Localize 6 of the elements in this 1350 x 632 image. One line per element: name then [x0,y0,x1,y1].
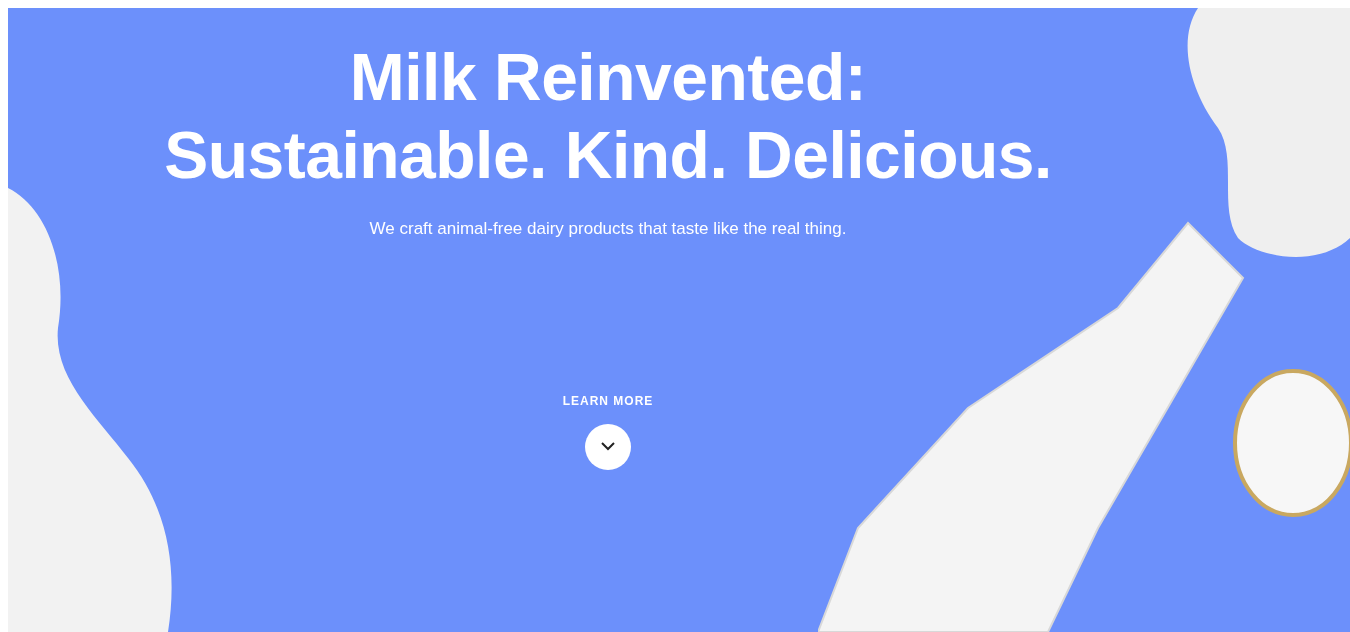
hero-headline: Milk Reinvented: [349,39,867,116]
hero-headline: Sustainable. Kind. Delicious. [164,117,1052,194]
learn-more-link[interactable]: LEARN MORE [562,391,654,410]
hero-subtitle: We craft animal-free dairy products that taste like the real thing. [369,218,847,240]
chevron-down-icon [601,442,615,451]
scroll-down-button[interactable] [585,423,631,470]
